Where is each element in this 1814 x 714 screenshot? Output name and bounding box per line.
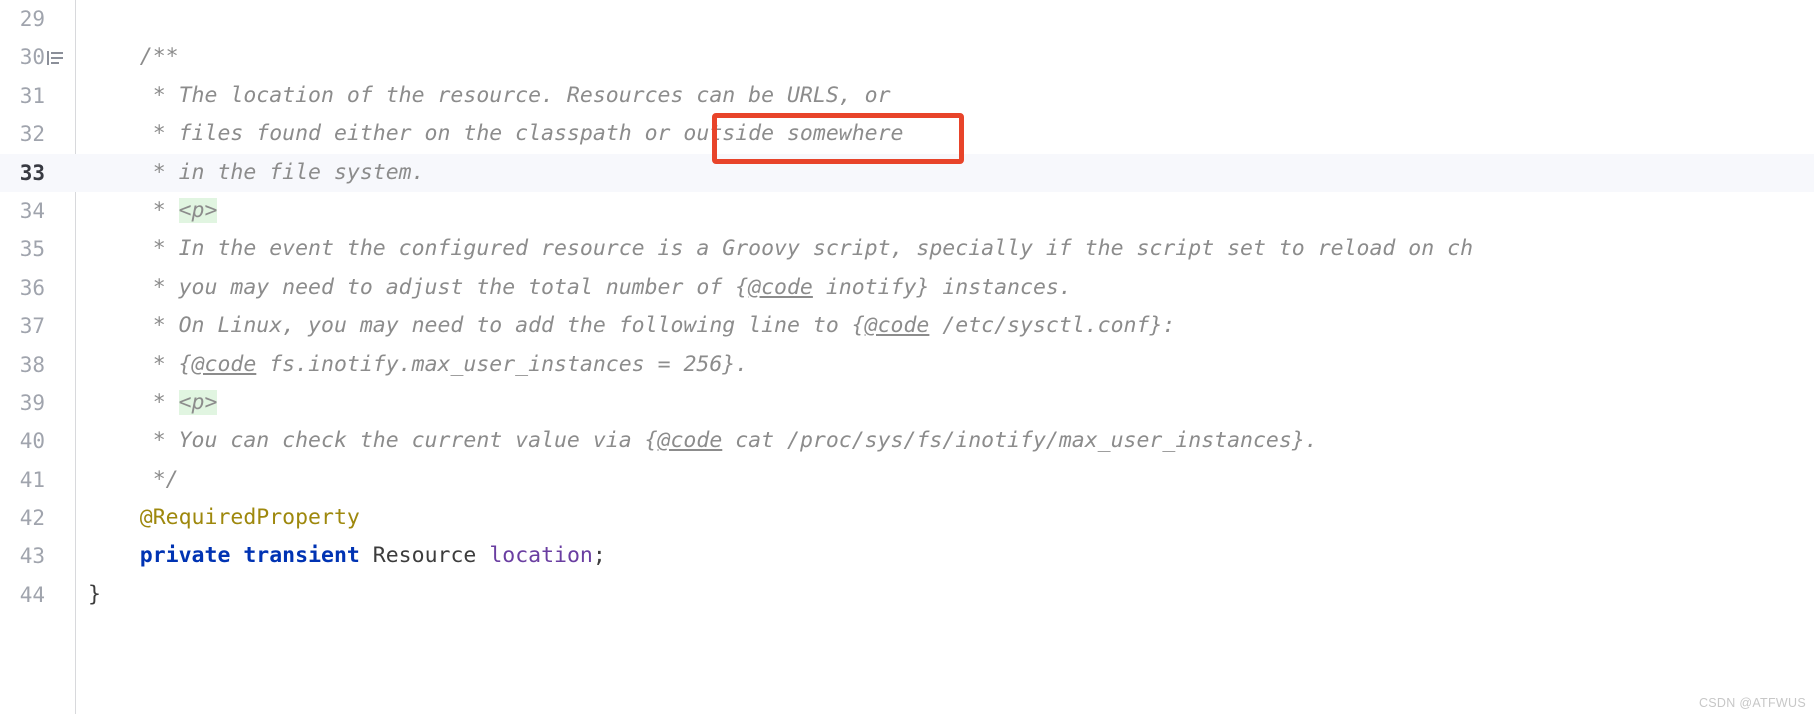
code-token-typ: Resource <box>372 543 477 569</box>
code-line[interactable]: 39 * <p> <box>0 384 1814 422</box>
code-token-codetag: @code <box>748 274 813 300</box>
code-text[interactable]: @RequiredProperty <box>88 499 360 537</box>
code-token-cmt: * In the event the configured resource i… <box>88 236 1474 262</box>
code-token-cmt: /etc/sysctl.conf}: <box>929 313 1176 339</box>
line-number[interactable]: 41 <box>0 461 45 499</box>
code-line[interactable]: 40 * You can check the current value via… <box>0 422 1814 460</box>
watermark-label: CSDN @ATFWUS <box>1698 696 1806 710</box>
indent-guide-fold-icon[interactable] <box>40 38 70 76</box>
line-number[interactable]: 42 <box>0 499 45 537</box>
line-number[interactable]: 44 <box>0 576 45 614</box>
code-line[interactable]: 32 * files found either on the classpath… <box>0 115 1814 153</box>
code-token-cmt: /** <box>88 44 179 70</box>
code-lines-container[interactable]: 29 30 /** 31 * The location of the resourc… <box>0 0 1814 614</box>
code-text[interactable]: * <p> <box>88 192 218 230</box>
code-token-cmt: * The location of the resource. Resource… <box>88 82 891 108</box>
code-line[interactable]: 38 * {@code fs.inotify.max_user_instance… <box>0 346 1814 384</box>
code-line[interactable]: 43 private transient Resource location; <box>0 537 1814 575</box>
code-token-kw: private <box>139 543 231 569</box>
code-token-cmt: * you may need to adjust the total numbe… <box>88 274 749 300</box>
code-token-cmt: * <box>88 197 179 223</box>
code-token-plain: ; <box>592 543 606 569</box>
code-editor[interactable]: 29 30 /** 31 * The location of the resourc… <box>0 0 1814 714</box>
code-text[interactable]: * On Linux, you may need to add the foll… <box>88 307 1176 345</box>
line-number[interactable]: 32 <box>0 115 45 153</box>
code-token-codetag: @code <box>864 313 930 339</box>
line-number[interactable]: 40 <box>0 422 45 460</box>
line-number[interactable]: 35 <box>0 230 45 268</box>
code-line[interactable]: 37 * On Linux, you may need to add the f… <box>0 307 1814 345</box>
code-text[interactable]: * {@code fs.inotify.max_user_instances =… <box>88 346 748 384</box>
code-text[interactable]: * files found either on the classpath or… <box>88 115 904 153</box>
code-token-cmt: * { <box>88 351 192 377</box>
code-token-codetag: @code <box>191 351 257 377</box>
code-token-fld: location <box>489 543 593 569</box>
code-text[interactable]: * In the event the configured resource i… <box>88 230 1473 268</box>
code-text[interactable]: private transient Resource location; <box>88 537 606 575</box>
code-token-tag: <p> <box>178 197 218 223</box>
code-token-cmt: inotify} instances. <box>812 274 1072 300</box>
code-line[interactable]: 29 <box>0 0 1814 38</box>
code-line[interactable]: 44} <box>0 576 1814 614</box>
code-line[interactable]: 34 * <p> <box>0 192 1814 230</box>
line-number[interactable]: 31 <box>0 77 45 115</box>
code-line[interactable]: 42 @RequiredProperty <box>0 499 1814 537</box>
code-line[interactable]: 31 * The location of the resource. Resou… <box>0 77 1814 115</box>
code-token-cmt: */ <box>88 466 179 492</box>
code-text[interactable]: */ <box>88 461 179 499</box>
code-token-anno: @RequiredProperty <box>139 505 360 531</box>
line-number[interactable]: 30 <box>0 38 45 76</box>
code-line[interactable]: 30 /** <box>0 38 1814 76</box>
code-token-cmt: * On Linux, you may need to add the foll… <box>88 313 865 339</box>
line-number[interactable]: 34 <box>0 192 45 230</box>
code-text[interactable]: * you may need to adjust the total numbe… <box>88 269 1072 307</box>
line-number[interactable]: 33 <box>0 154 45 192</box>
line-number[interactable]: 39 <box>0 384 45 422</box>
line-number[interactable]: 37 <box>0 307 45 345</box>
code-token-cmt: * <box>88 389 179 415</box>
code-text[interactable]: /** <box>88 38 179 76</box>
code-token-tag: <p> <box>178 389 218 415</box>
line-number[interactable]: 43 <box>0 537 45 575</box>
code-token-kw: transient <box>243 543 360 569</box>
code-line[interactable]: 33 * in the file system. <box>0 153 1814 192</box>
code-token-cmt: cat /proc/sys/fs/inotify/max_user_instan… <box>722 428 1318 454</box>
code-line[interactable]: 36 * you may need to adjust the total nu… <box>0 269 1814 307</box>
code-text[interactable]: * in the file system. <box>88 154 425 192</box>
code-text[interactable]: * The location of the resource. Resource… <box>88 77 891 115</box>
code-token-cmt: * files found either on the classpath or… <box>88 121 904 147</box>
code-token-plain: } <box>88 581 101 607</box>
line-number[interactable]: 36 <box>0 269 45 307</box>
code-token-codetag: @code <box>657 428 723 454</box>
code-token-cmt: fs.inotify.max_user_instances = 256}. <box>256 351 749 377</box>
line-number[interactable]: 29 <box>0 0 45 38</box>
code-text[interactable]: } <box>88 576 101 614</box>
code-line[interactable]: 35 * In the event the configured resourc… <box>0 230 1814 268</box>
code-line[interactable]: 41 */ <box>0 461 1814 499</box>
code-text[interactable]: * <p> <box>88 384 218 422</box>
code-text[interactable]: * You can check the current value via {@… <box>88 422 1318 460</box>
code-token-cmt: * You can check the current value via { <box>88 428 658 454</box>
code-token-cmt: * in the file system. <box>88 159 425 185</box>
line-number[interactable]: 38 <box>0 346 45 384</box>
